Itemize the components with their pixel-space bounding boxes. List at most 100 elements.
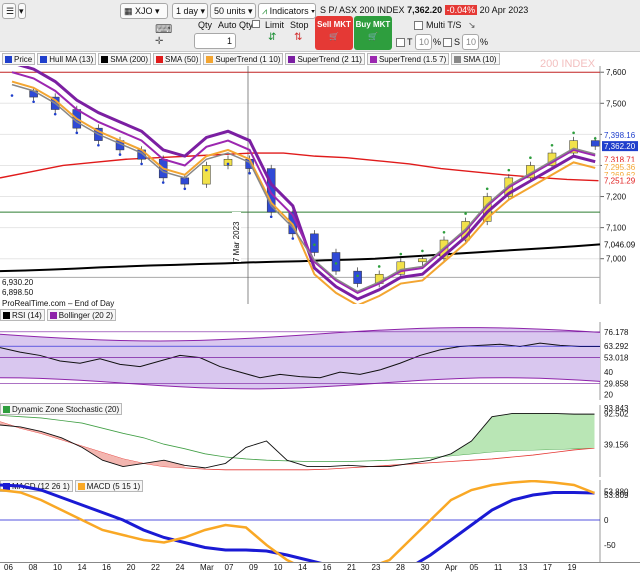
legend-item-5[interactable]: SuperTrend (2 11) [285,53,365,65]
s-input[interactable]: 10 [462,34,479,50]
legend-swatch [288,55,296,63]
x-tick-label: 16 [102,563,111,572]
legend-item-7[interactable]: SMA (10) [451,53,500,65]
interval-select[interactable]: 1 day ▾ [172,3,208,19]
x-tick-label: 07 [224,563,234,572]
multi-ts-checkbox[interactable] [414,21,423,30]
cart-icon: 🛒 [368,32,378,41]
legend-label: SMA (200) [110,54,149,64]
s-checkbox[interactable] [443,38,452,47]
price-chart[interactable]: 7,6007,5007,4007,3007,2007,1007,0007,398… [0,66,640,304]
y-tick-label: 7,100 [606,224,627,233]
rsi-tick-label: 40 [604,368,613,377]
macd-tick-label: 53.809 [604,491,629,500]
units-select[interactable]: 50 units ▾ [210,3,256,19]
indicators-button[interactable]: ⩘ Indicators ▾ [258,3,316,19]
legend-item-6[interactable]: SuperTrend (1.5 7) [366,53,450,65]
hull-ma-dot [97,143,100,147]
macd-chart[interactable]: 53.88053.8090-50-100 [0,480,640,562]
multi-ts-label: Multi T/S [426,20,462,30]
x-axis: 06 08 10 14 16 20 22 24 Mar 07 09 10 14 16 21 23 28 30 Apr… [0,562,640,574]
sell-mkt-button[interactable]: Sell MKT 🛒 [315,16,353,50]
hull-ma-dot [226,162,230,166]
x-tick-label: 09 [249,563,258,572]
bollinger-band [0,327,600,389]
hull-ma-dot [32,100,35,104]
legend-swatch [5,55,12,63]
rsi-legend-item[interactable]: RSI (14) [0,309,45,321]
hull-ma-dot [464,212,467,215]
symbol-select[interactable]: ▦ XJO ▾ [120,3,168,19]
stoch-tick-label: 92.502 [604,410,629,419]
hull-ma-dot [248,171,251,175]
legend-label: SuperTrend (1.5 7) [378,54,447,64]
hull-ma-dot [442,230,446,234]
legend-label: Hull MA (13) [49,54,94,64]
hull-ma-dot [507,168,511,172]
crosshair-icon[interactable]: ✛ [155,36,163,47]
hull-ma-dot [421,249,424,253]
buy-mkt-button[interactable]: Buy MKT 🛒 [354,16,392,50]
t-input[interactable]: 10 [415,34,432,50]
price-label: 7,398.16 [604,131,636,140]
rsi-legend-label: RSI (14) [12,310,42,320]
symbol-icon: ▦ [124,6,136,16]
limit-label: Limit [265,20,285,30]
qty-label: Qty [198,20,213,30]
x-tick-label: 19 [567,563,577,572]
legend-swatch [101,55,109,63]
x-tick-label: 21 [347,563,356,572]
rsi-chart[interactable]: 76.178 63.292 53.018 40 29.858 20 [0,322,640,400]
menu-icon[interactable]: ☰ [2,3,16,19]
chevron-down-icon[interactable]: ▾ [18,3,26,19]
x-tick-label: 22 [151,563,160,572]
hull-ma-dot [269,215,273,219]
stop-order-icon[interactable]: ⇅ [294,32,306,46]
candle-body [331,252,341,272]
x-tick-label: 10 [273,563,283,572]
low-label-1: 6,930.20 [2,278,34,287]
legend-item-3[interactable]: SMA (50) [153,53,202,65]
bollinger-legend-item[interactable]: Bollinger (20 2) [46,309,117,321]
auto-qty-label[interactable]: Auto Qty [218,20,253,31]
legend-item-2[interactable]: SMA (200) [98,53,152,65]
x-tick-label: Mar [200,563,214,572]
hull-ma-dot [529,156,532,159]
legend-item-4[interactable]: SuperTrend (1 10) [203,53,284,65]
x-tick-label: 14 [298,563,307,572]
hull-ma-dot [550,143,554,147]
x-tick-label: Apr [445,563,458,572]
t-checkbox[interactable] [396,38,405,47]
rsi-tick-label: 76.178 [604,328,629,337]
low-label-2: 6,898.50 [2,288,34,297]
legend-item-1[interactable]: Hull MA (13) [37,53,97,65]
x-tick-label: 08 [28,563,38,572]
legend-item-0[interactable]: Price [2,53,36,65]
hull-ma-dot [53,112,57,116]
x-tick-label: 06 [4,563,13,572]
limit-order-icon[interactable]: ⇵ [268,32,280,46]
hull-ma-dot [183,187,187,191]
y-tick-label: 7,600 [606,68,627,77]
stochastic-chart[interactable]: 93.84392.50239.156 [0,405,640,477]
indicator-legend: Price Hull MA (13) SMA (200) SMA (50) SuperT… [0,53,600,66]
rsi-tick-label: 53.018 [604,354,629,363]
x-tick-label: 16 [322,563,332,572]
hull-ma-dot [572,131,575,135]
keyboard-icon[interactable]: ⌨ [155,22,172,36]
x-tick-label: 28 [396,563,405,572]
sma200-line [0,243,601,273]
legend-swatch [40,55,48,63]
y-tick-label: 7,000 [606,255,627,264]
macd-tick-label: -50 [604,541,616,550]
data-source-label: ProRealTime.com – End of Day [2,299,115,308]
qty-input[interactable]: 1 [194,33,236,49]
interval-label: 1 day [176,6,199,16]
legend-label: SMA (50) [165,54,199,64]
hull-ma-dot [205,168,208,172]
x-tick-label: 13 [518,563,528,572]
rsi-swatch [3,311,10,319]
auto-qty-stepper[interactable] [252,20,260,28]
multi-ts-arrow-icon[interactable]: ↘ [468,20,476,31]
hull-ma-dot [140,162,143,166]
